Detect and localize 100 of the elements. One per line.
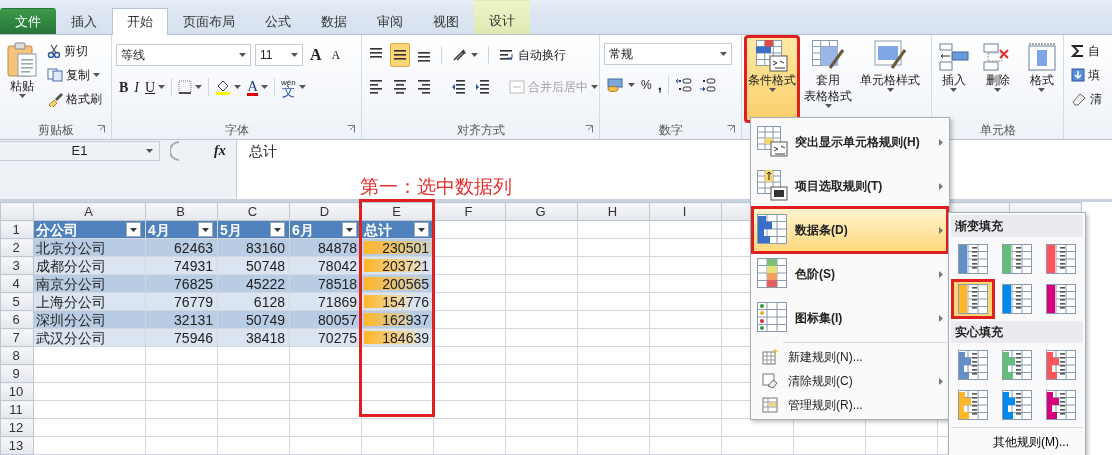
conditional-formatting-button[interactable]: 条件格式: [746, 37, 798, 121]
formula-content[interactable]: 总计: [249, 141, 277, 162]
ribbon-tab[interactable]: 数据: [306, 8, 362, 34]
decimal-arrow-icon: [698, 77, 717, 93]
bold-button[interactable]: B: [116, 75, 132, 99]
dialog-launcher-icon[interactable]: [585, 125, 593, 133]
dialog-launcher-icon[interactable]: [97, 125, 105, 133]
menu-item[interactable]: 色阶(S): [753, 252, 947, 296]
header-label: 6月: [292, 221, 314, 238]
caret-icon: [471, 53, 478, 57]
decimal-arrow-icon: [674, 77, 693, 93]
column-header[interactable]: I: [649, 202, 722, 221]
menu-item[interactable]: 图标集(I): [753, 296, 947, 340]
insert-button[interactable]: 插入: [935, 39, 972, 121]
underline-button[interactable]: U: [142, 75, 169, 99]
ribbon-tab[interactable]: 审阅: [362, 8, 418, 34]
submenu-arrow-icon: [939, 270, 943, 278]
caret-icon: [418, 227, 425, 232]
percent-button[interactable]: %: [638, 73, 655, 97]
caret-icon: [994, 88, 1001, 92]
column-header[interactable]: H: [577, 202, 650, 221]
comma-style-button[interactable]: ,: [654, 73, 665, 97]
paint-bucket-icon: [215, 79, 232, 95]
merge-cells-icon: [509, 80, 525, 94]
grow-font-button[interactable]: A: [307, 43, 325, 67]
filter-button[interactable]: [198, 222, 213, 237]
file-tab[interactable]: 文件: [0, 8, 56, 34]
caret-icon: [130, 227, 137, 232]
header-label: 4月: [148, 221, 170, 238]
caret-icon: [158, 85, 166, 89]
column-header[interactable]: E: [361, 202, 434, 221]
font-size-dropdown[interactable]: 11: [255, 44, 303, 66]
delete-button[interactable]: 删除: [979, 39, 1016, 121]
caret-icon: [628, 83, 635, 87]
ribbon-tab[interactable]: 公式: [250, 8, 306, 34]
autosum-button[interactable]: 自: [1068, 39, 1105, 63]
cell-value: 200565: [382, 275, 429, 292]
italic-button[interactable]: I: [131, 75, 142, 99]
phonetic-guide-button[interactable]: wén 文: [278, 75, 309, 99]
format-painter-button[interactable]: 格式刷: [44, 87, 105, 111]
group-label: 剪贴板: [37, 123, 74, 137]
submenu-arrow-icon: [939, 377, 943, 385]
orientation-icon: [452, 48, 468, 62]
menu-item[interactable]: 突出显示单元格规则(H): [753, 120, 947, 164]
cut-button[interactable]: 剪切: [44, 39, 105, 63]
name-box[interactable]: E1: [0, 140, 160, 161]
ribbon-tab[interactable]: 开始: [112, 8, 168, 35]
caret-icon: [720, 52, 727, 56]
ribbon-tab[interactable]: 页面布局: [168, 8, 250, 34]
group-label: 数字: [658, 123, 683, 137]
column-header[interactable]: D: [289, 202, 362, 221]
filter-button[interactable]: [342, 222, 357, 237]
header-label: 总计: [364, 221, 392, 238]
ribbon-tab[interactable]: 设计: [474, 0, 530, 34]
number-format-dropdown[interactable]: 常规: [604, 43, 732, 65]
caret-icon: [202, 227, 209, 232]
paste-button[interactable]: 粘贴: [4, 39, 40, 121]
dialog-launcher-icon[interactable]: [347, 125, 355, 133]
clipboard-icon: [6, 42, 38, 78]
caret-icon: [195, 85, 203, 89]
copy-button[interactable]: 复制: [44, 63, 105, 87]
font-color-button[interactable]: A: [244, 75, 271, 99]
font-name-dropdown[interactable]: 等线: [116, 44, 251, 66]
format-button[interactable]: 格式: [1023, 39, 1060, 121]
copy-icon: [47, 68, 63, 82]
filter-button[interactable]: [126, 222, 141, 237]
brush-icon: [47, 91, 63, 107]
new-rule-icon: [762, 349, 778, 365]
resize-handle-icon: [170, 140, 180, 161]
clear-button[interactable]: 清: [1068, 87, 1105, 111]
filter-button[interactable]: [270, 222, 285, 237]
insert-function-button[interactable]: fx: [214, 140, 226, 161]
ribbon-tab[interactable]: 视图: [418, 8, 474, 34]
column-header[interactable]: F: [433, 202, 506, 221]
cell-value: 154776: [382, 293, 429, 310]
middle-align-button[interactable]: [390, 43, 410, 67]
wrap-text-button[interactable]: 自动换行: [496, 43, 569, 67]
align-lines-icon: [393, 79, 407, 95]
menu-item[interactable]: 新建规则(N)...: [753, 345, 947, 369]
dialog-launcher-icon[interactable]: [727, 125, 735, 133]
column-header[interactable]: B: [145, 202, 218, 221]
column-header[interactable]: C: [217, 202, 290, 221]
shrink-font-button[interactable]: A: [328, 43, 344, 67]
sum-icon: [1071, 44, 1085, 58]
menu-item[interactable]: 数据条(D): [753, 208, 947, 252]
indent-icon: [475, 79, 489, 95]
fill-button[interactable]: 填: [1068, 63, 1105, 87]
indent-icon: [451, 79, 465, 95]
menu-item[interactable]: 清除规则(C): [753, 369, 947, 393]
caret-icon: [234, 85, 242, 89]
column-header[interactable]: G: [505, 202, 578, 221]
menu-item[interactable]: 管理规则(R)...: [753, 393, 947, 417]
more-rules-button[interactable]: 其他规则(M)...: [951, 427, 1083, 455]
eraser-icon: [1071, 92, 1087, 106]
manage-rules-icon: [762, 397, 778, 413]
ribbon-tab[interactable]: 插入: [56, 8, 112, 34]
filter-button[interactable]: [414, 222, 429, 237]
align-lines-icon: [369, 79, 383, 95]
column-header[interactable]: A: [33, 202, 146, 221]
section-heading: 实心填充: [951, 321, 1083, 343]
